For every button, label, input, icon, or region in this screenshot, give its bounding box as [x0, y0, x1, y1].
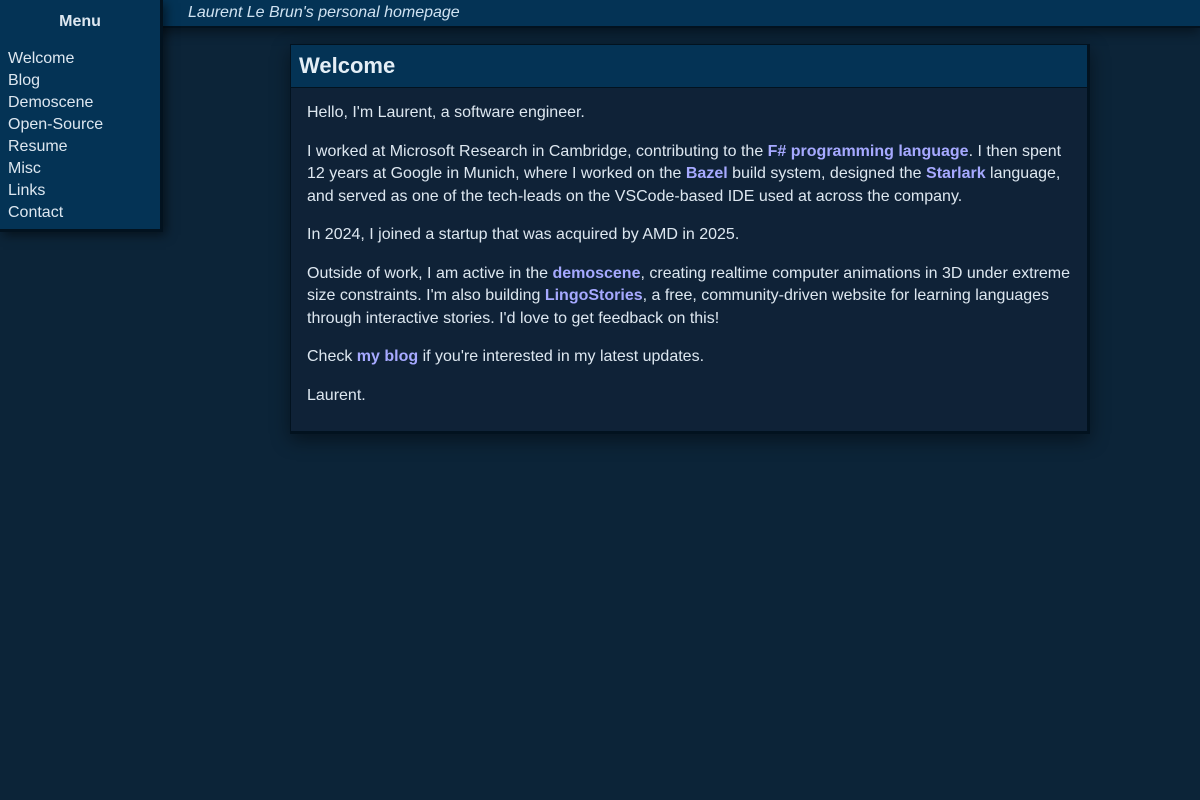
- signature-paragraph: Laurent.: [307, 385, 1071, 408]
- menu-item-resume: Resume: [8, 136, 103, 158]
- menu-link-blog[interactable]: Blog: [8, 72, 40, 89]
- menu-link-resume[interactable]: Resume: [8, 138, 68, 155]
- intro-paragraph: Hello, I'm Laurent, a software engineer.: [307, 102, 1071, 125]
- panel-body: Hello, I'm Laurent, a software engineer.…: [291, 88, 1087, 407]
- menu-item-links: Links: [8, 180, 103, 202]
- menu-link-links[interactable]: Links: [8, 182, 45, 199]
- sidebar-menu: Menu Welcome Blog Demoscene Open-Source …: [0, 0, 163, 232]
- menu-item-demoscene: Demoscene: [8, 92, 103, 114]
- menu-item-open-source: Open-Source: [8, 114, 103, 136]
- menu-title: Menu: [59, 13, 101, 30]
- menu-link-welcome[interactable]: Welcome: [8, 50, 74, 67]
- blog-text-2: if you're interested in my latest update…: [418, 348, 705, 365]
- welcome-panel: Welcome Hello, I'm Laurent, a software e…: [290, 44, 1090, 434]
- menu-list: Welcome Blog Demoscene Open-Source Resum…: [8, 48, 103, 224]
- menu-link-misc[interactable]: Misc: [8, 160, 41, 177]
- menu-item-welcome: Welcome: [8, 48, 103, 70]
- amd-paragraph: In 2024, I joined a startup that was acq…: [307, 224, 1071, 247]
- menu-link-demoscene[interactable]: Demoscene: [8, 94, 93, 111]
- hobbies-paragraph: Outside of work, I am active in the demo…: [307, 263, 1071, 331]
- menu-link-open-source[interactable]: Open-Source: [8, 116, 103, 133]
- panel-title: Welcome: [299, 53, 396, 78]
- menu-link-contact[interactable]: Contact: [8, 204, 63, 221]
- bazel-link[interactable]: Bazel: [686, 165, 728, 182]
- panel-header: Welcome: [291, 45, 1087, 88]
- blog-text-1: Check: [307, 348, 357, 365]
- top-bar: Laurent Le Brun's personal homepage: [0, 0, 1200, 28]
- demoscene-link[interactable]: demoscene: [552, 265, 640, 282]
- hobbies-text-1: Outside of work, I am active in the: [307, 264, 553, 282]
- career-text-3: build system, designed the: [727, 165, 927, 182]
- signature-text: Laurent.: [307, 386, 366, 404]
- starlark-link[interactable]: Starlark: [926, 165, 986, 182]
- menu-item-contact: Contact: [8, 202, 103, 224]
- amd-text: In 2024, I joined a startup that was acq…: [307, 226, 740, 243]
- career-paragraph: I worked at Microsoft Research in Cambri…: [307, 141, 1071, 209]
- career-text-1: I worked at Microsoft Research in Cambri…: [307, 142, 768, 160]
- fsharp-link[interactable]: F# programming language: [768, 143, 969, 160]
- my-blog-link[interactable]: my blog: [357, 348, 418, 365]
- site-title: Laurent Le Brun's personal homepage: [188, 4, 460, 21]
- intro-text: Hello, I'm Laurent, a software engineer.: [307, 104, 585, 121]
- lingostories-link[interactable]: LingoStories: [545, 287, 643, 304]
- menu-item-misc: Misc: [8, 158, 103, 180]
- blog-paragraph: Check my blog if you're interested in my…: [307, 346, 1071, 369]
- menu-item-blog: Blog: [8, 70, 103, 92]
